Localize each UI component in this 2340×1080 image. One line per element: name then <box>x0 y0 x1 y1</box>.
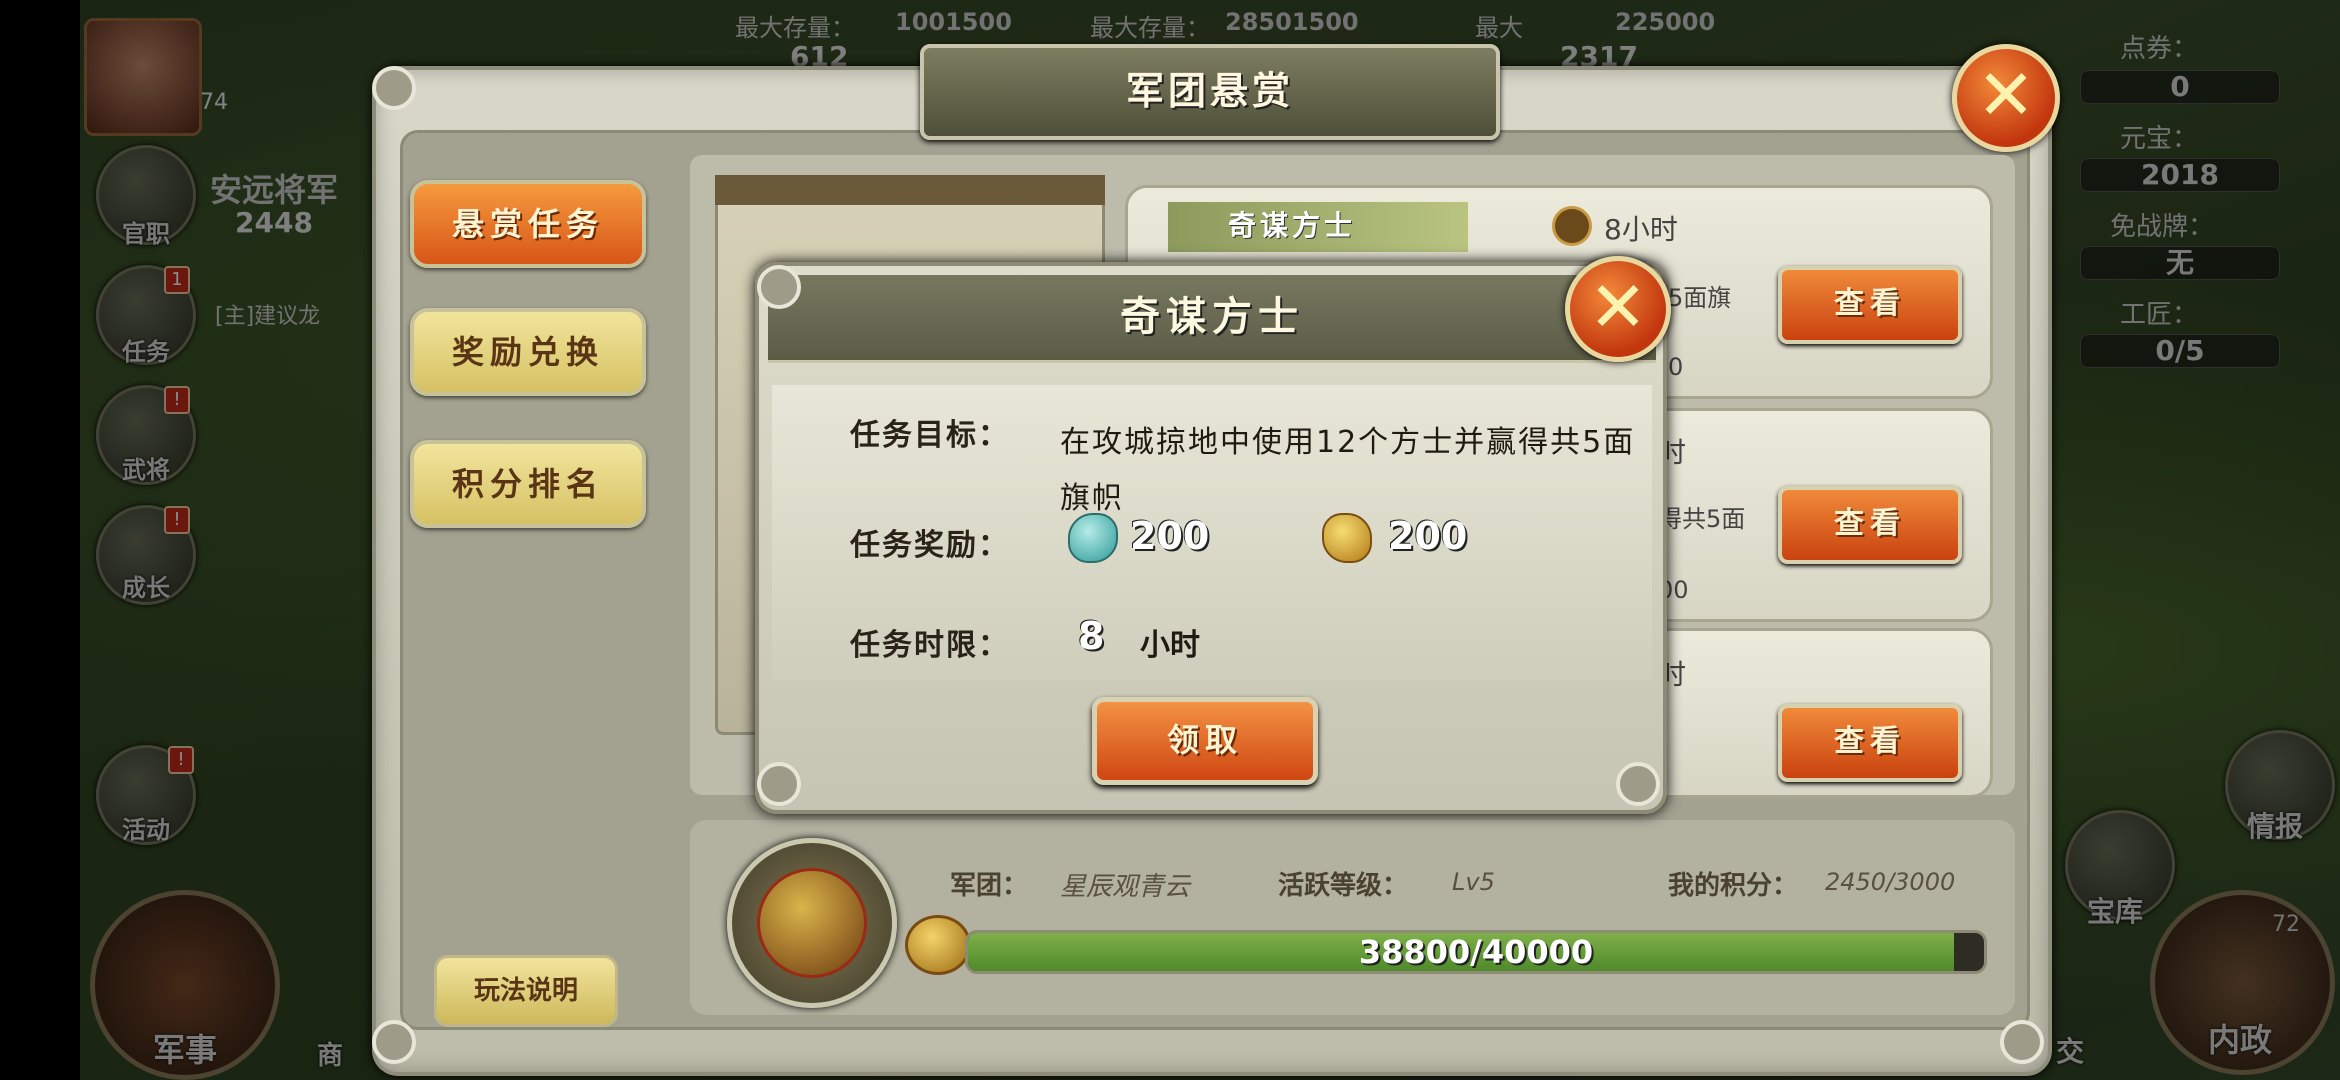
goal-text: 在攻城掠地中使用12个方士并赢得共5面旗帜 <box>1060 425 1636 516</box>
task-time: 8小时 <box>1604 213 1678 246</box>
reward-1-value: 200 <box>1130 514 1210 558</box>
legion-label: 军团： <box>950 871 1029 901</box>
legion-emblem[interactable] <box>727 838 897 1008</box>
reward-2-value: 200 <box>1388 514 1468 558</box>
dialog-corner-ornament <box>757 762 801 806</box>
clock-icon <box>1552 206 1592 246</box>
time-limit-value: 8 <box>1078 614 1105 658</box>
gold-ingot-icon <box>905 915 971 975</box>
active-level-label: 活跃等级： <box>1278 871 1409 901</box>
goal-label: 任务目标： <box>850 418 1010 453</box>
time-limit-unit: 小时 <box>1140 628 1200 663</box>
view-task-button[interactable]: 查看 <box>1778 266 1962 344</box>
panel-title: 军团悬赏 <box>1125 69 1294 113</box>
time-limit-label: 任务时限： <box>850 628 1010 663</box>
claim-button[interactable]: 领取 <box>1092 697 1318 785</box>
panel-close-button[interactable]: ✕ <box>1952 44 2060 152</box>
active-level-value: Lv5 <box>1452 868 1495 896</box>
task-desc: 5面旗 <box>1668 284 1732 312</box>
dragon-emblem-icon <box>757 868 867 978</box>
view-task-button[interactable]: 查看 <box>1778 486 1962 564</box>
panel-corner-ornament <box>2000 1020 2044 1064</box>
game-screen: 74 安远将军 2448 [主]建议龙 最大存量： 1001500 最大存量： … <box>0 0 2340 1080</box>
task-name: 奇谋方士 <box>1168 202 1468 252</box>
reward-label: 任务奖励： <box>850 528 1010 563</box>
tab-bounty-tasks[interactable]: 悬赏任务 <box>410 180 646 268</box>
close-icon: ✕ <box>1976 54 2036 136</box>
close-icon: ✕ <box>1588 266 1648 348</box>
progress-text: 38800/40000 <box>1358 933 1594 971</box>
dialog-header: 奇谋方士 <box>768 275 1656 363</box>
view-task-button[interactable]: 查看 <box>1778 704 1962 782</box>
my-points-value: 2450/3000 <box>1825 868 1956 896</box>
dialog-title: 奇谋方士 <box>1120 294 1304 340</box>
panel-corner-ornament <box>372 66 416 110</box>
panel-corner-ornament <box>372 1020 416 1064</box>
task-sub: 0 <box>1668 353 1684 381</box>
tab-points-ranking[interactable]: 积分排名 <box>410 440 646 528</box>
dialog-corner-ornament <box>1616 762 1660 806</box>
scroll-top-rod <box>715 175 1105 205</box>
gold-ingot-icon <box>1322 513 1372 563</box>
panel-title-bar: 军团悬赏 <box>920 44 1500 140</box>
my-points-label: 我的积分： <box>1668 871 1799 901</box>
task-desc: 得共5面 <box>1658 505 1746 533</box>
legion-name: 星辰观青云 <box>1060 872 1191 902</box>
help-button[interactable]: 玩法说明 <box>434 955 618 1027</box>
dialog-close-button[interactable]: ✕ <box>1565 256 1671 362</box>
tab-reward-exchange[interactable]: 奖励兑换 <box>410 308 646 396</box>
jade-reward-icon <box>1068 513 1118 563</box>
dialog-corner-ornament <box>757 265 801 309</box>
